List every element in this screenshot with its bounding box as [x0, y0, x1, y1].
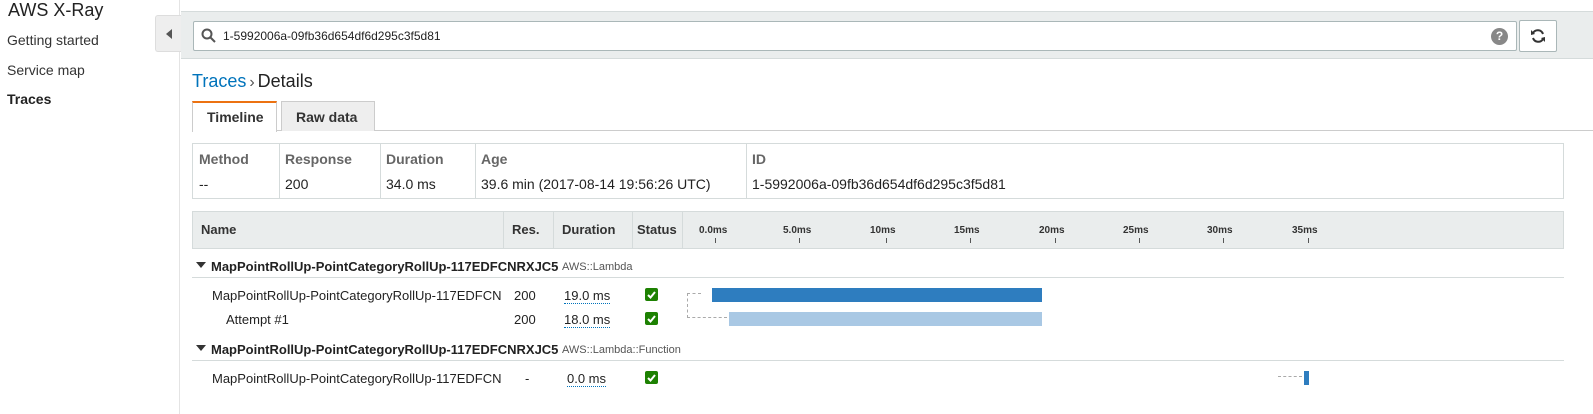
- breadcrumb: Traces › Details: [192, 71, 313, 92]
- row-name: MapPointRollUp-PointCategoryRollUp-117ED…: [212, 371, 502, 386]
- sidebar-item-getting-started[interactable]: Getting started: [7, 32, 99, 48]
- response-label: Response: [285, 151, 352, 167]
- group-name: MapPointRollUp-PointCategoryRollUp-117ED…: [211, 342, 559, 357]
- id-value: 1-5992006a-09fb36d654df6d295c3f5d81: [752, 176, 1006, 192]
- caret-left-icon: [165, 28, 172, 39]
- timeline-row[interactable]: Attempt #1 200 18.0 ms: [192, 307, 1564, 331]
- collapse-triangle-icon[interactable]: [196, 345, 206, 351]
- id-label: ID: [752, 151, 766, 167]
- trace-summary: Method -- Response 200 Duration 34.0 ms …: [192, 143, 1564, 199]
- app-title: AWS X-Ray: [8, 0, 104, 20]
- row-duration[interactable]: 18.0 ms: [564, 312, 611, 328]
- refresh-icon: [1531, 29, 1545, 43]
- row-name: MapPointRollUp-PointCategoryRollUp-117ED…: [212, 288, 502, 303]
- row-res: -: [525, 371, 530, 386]
- method-value: --: [199, 176, 209, 192]
- age-value: 39.6 min (2017-08-14 19:56:26 UTC): [481, 176, 711, 192]
- row-res: 200: [514, 288, 536, 303]
- sidebar: AWS X-Ray Getting started Service map Tr…: [0, 0, 181, 414]
- timeline-row[interactable]: MapPointRollUp-PointCategoryRollUp-117ED…: [192, 366, 1564, 390]
- summary-method: Method --: [193, 144, 280, 198]
- search-icon: [201, 28, 216, 43]
- response-value: 200: [285, 176, 309, 192]
- collapse-sidebar-button[interactable]: [155, 15, 181, 52]
- group-type: AWS::Lambda: [562, 261, 633, 273]
- sidebar-item-service-map[interactable]: Service map: [7, 62, 85, 78]
- tab-bar: Timeline Raw data: [192, 101, 1593, 132]
- segment-bar[interactable]: [1303, 371, 1309, 385]
- row-name: Attempt #1: [226, 312, 289, 327]
- breadcrumb-current: Details: [257, 71, 313, 91]
- tick-label: 0.0ms: [699, 225, 728, 243]
- tab-timeline[interactable]: Timeline: [192, 101, 277, 132]
- row-res: 200: [514, 312, 536, 327]
- summary-id: ID 1-5992006a-09fb36d654df6d295c3f5d81: [746, 144, 1563, 198]
- duration-value: 34.0 ms: [386, 176, 436, 192]
- tick-label: 30ms: [1207, 225, 1233, 243]
- col-res-header: Res.: [504, 212, 554, 248]
- row-duration[interactable]: 0.0 ms: [567, 371, 607, 387]
- timeline-header: Name Res. Duration Status 0.0ms 5.0ms 10…: [192, 211, 1564, 249]
- tick-label: 35ms: [1292, 225, 1318, 243]
- search-bar: 1-5992006a-09fb36d654df6d295c3f5d81 ?: [181, 11, 1593, 59]
- row-duration[interactable]: 19.0 ms: [564, 288, 611, 304]
- timeline-row[interactable]: MapPointRollUp-PointCategoryRollUp-117ED…: [192, 283, 1564, 307]
- col-duration-header: Duration: [554, 212, 633, 248]
- segment-group: MapPointRollUp-PointCategoryRollUp-117ED…: [192, 339, 1564, 361]
- search-input[interactable]: 1-5992006a-09fb36d654df6d295c3f5d81 ?: [193, 21, 1517, 51]
- tick-label: 10ms: [870, 225, 896, 243]
- main-content: 1-5992006a-09fb36d654df6d295c3f5d81 ? Tr…: [181, 0, 1593, 414]
- status-ok-icon: [645, 312, 658, 325]
- group-type: AWS::Lambda::Function: [562, 344, 681, 356]
- segment-group: MapPointRollUp-PointCategoryRollUp-117ED…: [192, 256, 1564, 278]
- tick-label: 25ms: [1123, 225, 1149, 243]
- summary-duration: Duration 34.0 ms: [380, 144, 476, 198]
- group-name: MapPointRollUp-PointCategoryRollUp-117ED…: [211, 259, 559, 274]
- connector-line: [1278, 376, 1302, 377]
- segment-bar[interactable]: [712, 288, 1042, 302]
- collapse-triangle-icon[interactable]: [196, 262, 206, 268]
- tick-label: 5.0ms: [783, 225, 812, 243]
- col-status-header: Status: [633, 212, 683, 248]
- search-query: 1-5992006a-09fb36d654df6d295c3f5d81: [223, 29, 441, 43]
- tick-label: 20ms: [1039, 225, 1065, 243]
- breadcrumb-traces-link[interactable]: Traces: [192, 71, 246, 91]
- breadcrumb-separator: ›: [249, 74, 255, 91]
- connector-line: [687, 293, 701, 294]
- duration-label: Duration: [386, 151, 444, 167]
- summary-age: Age 39.6 min (2017-08-14 19:56:26 UTC): [475, 144, 747, 198]
- age-label: Age: [481, 151, 508, 167]
- help-icon[interactable]: ?: [1491, 28, 1508, 45]
- tab-raw-data[interactable]: Raw data: [281, 101, 375, 131]
- tick-label: 15ms: [954, 225, 980, 243]
- summary-response: Response 200: [279, 144, 381, 198]
- connector-line: [687, 317, 727, 318]
- method-label: Method: [199, 151, 249, 167]
- connector-line: [687, 293, 688, 318]
- status-ok-icon: [645, 288, 658, 301]
- segment-bar[interactable]: [728, 312, 1042, 326]
- refresh-button[interactable]: [1519, 20, 1557, 52]
- col-name-header: Name: [193, 212, 504, 248]
- sidebar-item-traces[interactable]: Traces: [7, 91, 51, 107]
- status-ok-icon: [645, 371, 658, 384]
